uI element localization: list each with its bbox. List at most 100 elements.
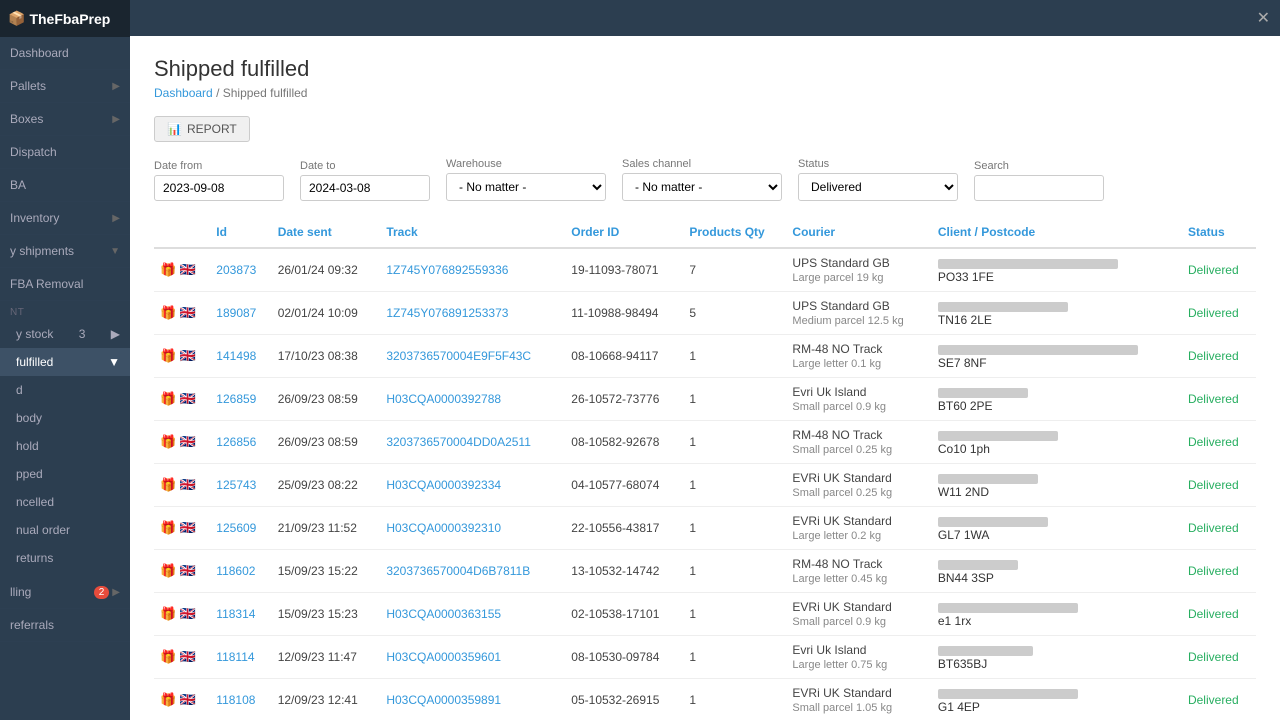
logo-icon: 📦 [8,10,25,27]
flag-icon: 🇬🇧 [180,606,196,621]
track-link[interactable]: 1Z745Y076891253373 [386,306,508,320]
sidebar-item-body[interactable]: body [0,404,130,432]
sales-channel-select[interactable]: - No matter - [622,173,782,201]
track-link[interactable]: H03CQA0000392334 [386,478,501,492]
col-client[interactable]: Client / Postcode [932,217,1182,248]
order-id-link[interactable]: 203873 [216,263,256,277]
track-link[interactable]: H03CQA0000392788 [386,392,501,406]
sidebar-item-dashboard[interactable]: Dashboard [0,37,130,70]
report-button[interactable]: 📊 REPORT [154,116,250,142]
order-id-link[interactable]: 126859 [216,392,256,406]
sidebar-item-pped[interactable]: pped [0,460,130,488]
order-id-link[interactable]: 118314 [216,607,255,621]
track-link[interactable]: 3203736570004DD0A2511 [386,435,531,449]
col-id[interactable]: Id [210,217,271,248]
order-id-link[interactable]: 125743 [216,478,256,492]
order-id-link[interactable]: 141498 [216,349,256,363]
courier-sub: Small parcel 0.25 kg [792,487,892,499]
cell-order-id: 13-10532-14742 [565,550,683,593]
sidebar-item-boxes[interactable]: Boxes ▶ [0,103,130,136]
sidebar-item-referrals[interactable]: referrals [0,609,130,642]
col-qty[interactable]: Products Qty [683,217,786,248]
courier-sub: Small parcel 1.05 kg [792,702,892,714]
cell-order-id: 11-10988-98494 [565,292,683,335]
status-badge: Delivered [1188,693,1239,707]
cell-icons: 🎁 🇬🇧 [154,464,210,507]
courier-sub: Large letter 0.45 kg [792,573,887,585]
cell-date-sent: 26/01/24 09:32 [272,248,381,292]
cell-qty: 1 [683,421,786,464]
cell-track: 3203736570004D6B7811B [380,550,565,593]
cell-track: 3203736570004DD0A2511 [380,421,565,464]
col-icons [154,217,210,248]
col-courier[interactable]: Courier [786,217,931,248]
close-button[interactable]: ✕ [1257,8,1270,28]
date-to-input[interactable] [300,175,430,201]
gift-icon: 🎁 [160,305,176,320]
track-link[interactable]: 1Z745Y076892559336 [386,263,508,277]
warehouse-select[interactable]: - No matter - [446,173,606,201]
client-name-blurred: 125609 [938,517,1048,527]
sidebar-item-y-stock[interactable]: y stock 3 ▶ [0,320,130,348]
cell-track: 1Z745Y076892559336 [380,248,565,292]
sidebar-item-pallets[interactable]: Pallets ▶ [0,70,130,103]
order-id-link[interactable]: 126856 [216,435,256,449]
table-row: 🎁 🇬🇧 203873 26/01/24 09:32 1Z745Y0768925… [154,248,1256,292]
search-input[interactable] [974,175,1104,201]
breadcrumb: Dashboard / Shipped fulfilled [154,86,1256,100]
cell-courier: EVRi UK Standard Large letter 0.2 kg [786,507,931,550]
col-track[interactable]: Track [380,217,565,248]
cell-status: Delivered [1182,292,1256,335]
status-badge: Delivered [1188,392,1239,406]
status-select[interactable]: Delivered [798,173,958,201]
cell-id: 125609 [210,507,271,550]
track-link[interactable]: 3203736570004E9F5F43C [386,349,531,363]
cell-courier: RM-48 NO Track Large letter 0.1 kg [786,335,931,378]
cell-track: H03CQA0000359601 [380,636,565,679]
status-badge: Delivered [1188,521,1239,535]
sidebar-item-ncelled[interactable]: ncelled [0,488,130,516]
courier-sub: Small parcel 0.25 kg [792,444,892,456]
col-status[interactable]: Status [1182,217,1256,248]
courier-sub: Small parcel 0.9 kg [792,401,886,413]
cell-client-postcode: 125609 GL7 1WA [932,507,1182,550]
track-link[interactable]: H03CQA0000359601 [386,650,501,664]
sidebar-item-inventory[interactable]: Inventory ▶ [0,202,130,235]
report-label: REPORT [187,122,237,136]
courier-sub: Large letter 0.75 kg [792,659,887,671]
sidebar-item-fulfilled[interactable]: fulfilled ▼ [0,348,130,376]
breadcrumb-home[interactable]: Dashboard [154,86,213,100]
col-order-id[interactable]: Order ID [565,217,683,248]
sidebar-item-ba[interactable]: BA [0,169,130,202]
sidebar-item-dispatch[interactable]: Dispatch [0,136,130,169]
order-id-link[interactable]: 118114 [216,650,254,664]
track-link[interactable]: H03CQA0000392310 [386,521,501,535]
sidebar-item-nual-order[interactable]: nual order [0,516,130,544]
order-id-link[interactable]: 118108 [216,693,255,707]
cell-order-id: 08-10530-09784 [565,636,683,679]
col-date-sent[interactable]: Date sent [272,217,381,248]
order-id-link[interactable]: 189087 [216,306,256,320]
sidebar-item-y-shipments[interactable]: y shipments ▼ [0,235,130,268]
sidebar-item-d[interactable]: d [0,376,130,404]
track-link[interactable]: H03CQA0000359891 [386,693,501,707]
postcode: PO33 1FE [938,270,994,284]
filter-date-from: Date from [154,160,284,201]
cell-client-postcode: 118314 e1 1rx [932,593,1182,636]
sidebar-item-fba-removal[interactable]: FBA Removal [0,268,130,301]
sidebar-item-returns[interactable]: returns [0,544,130,572]
date-from-input[interactable] [154,175,284,201]
track-link[interactable]: H03CQA0000363155 [386,607,501,621]
sidebar-item-hold[interactable]: hold [0,432,130,460]
status-label: Status [798,158,958,170]
cell-date-sent: 02/01/24 10:09 [272,292,381,335]
cell-client-postcode: 118602 BN44 3SP [932,550,1182,593]
cell-id: 118114 [210,636,271,679]
track-link[interactable]: 3203736570004D6B7811B [386,564,530,578]
sidebar-item-lling[interactable]: lling 2 ▶ [0,576,130,609]
cell-track: 1Z745Y076891253373 [380,292,565,335]
order-id-link[interactable]: 125609 [216,521,256,535]
order-id-link[interactable]: 118602 [216,564,255,578]
cell-icons: 🎁 🇬🇧 [154,550,210,593]
filter-sales-channel: Sales channel - No matter - [622,158,782,201]
